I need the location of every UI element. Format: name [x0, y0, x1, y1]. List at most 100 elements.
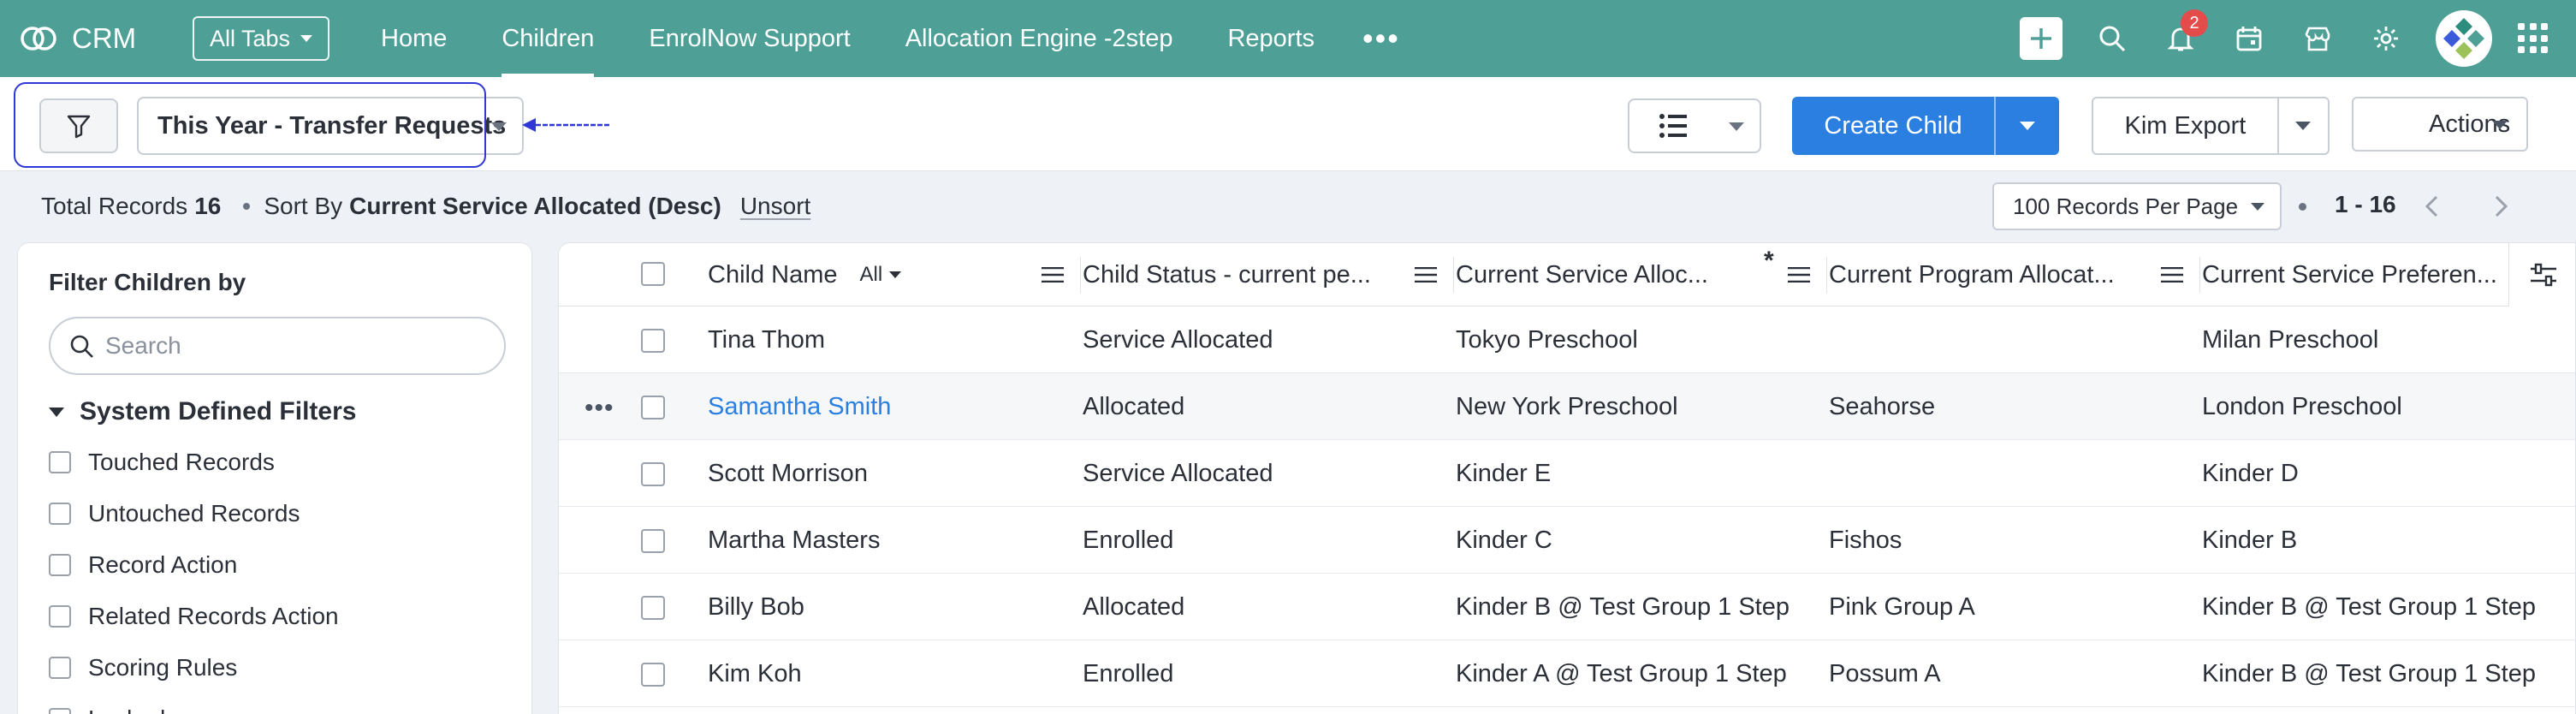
cell-child-status: Enrolled [1083, 659, 1174, 687]
marketplace-button[interactable] [2299, 20, 2336, 57]
tab-allocation-engine[interactable]: Allocation Engine -2step [878, 0, 1201, 77]
cell-current-service-preference: Milan Preschool [2202, 325, 2379, 354]
filter-checkbox[interactable] [49, 605, 71, 628]
row-more-options-icon[interactable]: ••• [585, 394, 614, 423]
annotation-highlight-box [14, 82, 486, 168]
crm-logo[interactable]: CRM [17, 21, 167, 56]
filter-checkbox[interactable] [49, 451, 71, 473]
kim-export-button[interactable]: Kim Export [2093, 98, 2277, 153]
column-menu-icon[interactable] [1042, 267, 1064, 283]
more-tabs-icon[interactable]: ••• [1362, 21, 1400, 57]
filter-item-label: Scoring Rules [88, 654, 238, 681]
table-row[interactable]: ••• Samantha Smith Allocated New York Pr… [559, 373, 2575, 440]
filter-checkbox[interactable] [49, 554, 71, 576]
records-per-page-label: 100 Records Per Page [2013, 193, 2239, 219]
next-page-icon[interactable] [2490, 193, 2511, 219]
row-checkbox[interactable] [641, 596, 665, 620]
list-view-toggle[interactable] [1628, 98, 1761, 153]
filter-item[interactable]: Record Action [49, 551, 237, 579]
create-options-dropdown[interactable] [1994, 97, 2059, 155]
records-per-page-select[interactable]: 100 Records Per Page [1992, 182, 2282, 230]
tab-enrolnow-support[interactable]: EnrolNow Support [621, 0, 877, 77]
caret-down-icon [300, 35, 313, 42]
caret-down-icon [2251, 203, 2264, 211]
column-menu-icon[interactable] [1788, 267, 1810, 283]
user-avatar[interactable] [2436, 10, 2492, 67]
cell-current-service-preference: Kinder D [2202, 459, 2299, 487]
cell-child-name[interactable]: Tina Thom [708, 306, 825, 373]
column-header-child-name[interactable]: Child Name All [708, 243, 1081, 306]
cell-current-service-preference: London Preschool [2202, 392, 2402, 420]
create-child-button[interactable]: Create Child [1792, 97, 1994, 155]
filter-item[interactable]: Related Records Action [49, 603, 339, 630]
column-header-child-status[interactable]: Child Status - current pe... [1081, 243, 1454, 306]
filter-panel: Filter Children by Search System Defined… [17, 242, 532, 714]
export-options-dropdown[interactable] [2276, 98, 2328, 153]
cell-current-service-allocated: Tokyo Preschool [1456, 325, 1638, 354]
column-menu-icon[interactable] [1415, 267, 1437, 283]
table-row[interactable]: Billy Bob Allocated Kinder B @ Test Grou… [559, 574, 2575, 640]
filter-item[interactable]: Untouched Records [49, 500, 300, 527]
unsort-link[interactable]: Unsort [740, 193, 810, 220]
caret-down-icon [1729, 122, 1744, 131]
records-table: Child Name All Child Status - current pe… [558, 242, 2576, 714]
sort-by-label: Sort By [264, 193, 343, 219]
previous-page-icon[interactable] [2422, 193, 2442, 219]
column-menu-icon[interactable] [2161, 267, 2183, 283]
system-defined-filters-header[interactable]: System Defined Filters [49, 397, 356, 426]
nav-right-tools: 2 [2020, 0, 2576, 77]
quick-create-button[interactable] [2020, 17, 2063, 60]
table-header: Child Name All Child Status - current pe… [559, 243, 2575, 306]
table-row[interactable]: Kim Koh Enrolled Kinder A @ Test Group 1… [559, 640, 2575, 707]
filter-item[interactable]: Scoring Rules [49, 654, 237, 681]
caret-down-icon [491, 122, 507, 131]
cell-child-status: Service Allocated [1083, 325, 1273, 354]
all-tabs-dropdown[interactable]: All Tabs [193, 16, 329, 61]
filter-checkbox[interactable] [49, 708, 71, 714]
filter-checkbox[interactable] [49, 503, 71, 525]
notifications-button[interactable]: 2 [2162, 9, 2208, 57]
cell-child-name[interactable]: Martha Masters [708, 507, 880, 574]
row-checkbox[interactable] [641, 329, 665, 353]
actions-dropdown[interactable]: Actions [2352, 97, 2528, 152]
apps-grid-icon[interactable] [2518, 23, 2549, 54]
cell-child-name[interactable]: Scott Morrison [708, 440, 868, 507]
settings-button[interactable] [2367, 20, 2405, 57]
tab-reports[interactable]: Reports [1200, 0, 1342, 77]
filter-item-label: Related Records Action [88, 603, 339, 629]
row-checkbox[interactable] [641, 529, 665, 553]
tab-children[interactable]: Children [474, 0, 621, 77]
filter-checkbox[interactable] [49, 657, 71, 679]
cell-child-name[interactable]: Kim Koh [708, 640, 802, 707]
column-header-current-service-preference[interactable]: Current Service Preferen... [2200, 243, 2508, 306]
search-button[interactable] [2093, 20, 2131, 57]
cell-child-name[interactable]: Samantha Smith [708, 373, 891, 440]
records-summary: Total Records 16 Sort By Current Service… [41, 193, 810, 220]
row-checkbox[interactable] [641, 396, 665, 419]
column-settings-button[interactable] [2508, 243, 2575, 306]
cell-current-program-allocated: Possum A [1829, 659, 1941, 687]
name-filter-label: All [859, 263, 883, 286]
row-checkbox[interactable] [641, 663, 665, 687]
filter-item[interactable]: Locked [49, 705, 165, 714]
filter-item[interactable]: Touched Records [49, 449, 275, 476]
cell-child-name[interactable]: Billy Bob [708, 574, 804, 640]
filter-item-label: Untouched Records [88, 500, 300, 527]
table-row[interactable]: Tina Thom Service Allocated Tokyo Presch… [559, 306, 2575, 373]
column-header-label: Current Service Preferen... [2202, 260, 2497, 289]
table-row[interactable]: Scott Morrison Service Allocated Kinder … [559, 440, 2575, 507]
cell-current-service-preference: Kinder B [2202, 526, 2298, 554]
row-checkbox[interactable] [641, 462, 665, 486]
name-filter-dropdown[interactable]: All [860, 263, 902, 287]
calendar-button[interactable] [2230, 20, 2268, 57]
filter-search-input[interactable]: Search [49, 317, 506, 375]
column-header-current-program-allocated[interactable]: Current Program Allocat... [1827, 243, 2200, 306]
column-header-current-service-allocated[interactable]: Current Service Alloc... * [1454, 243, 1827, 306]
select-all-checkbox[interactable] [641, 262, 665, 286]
cell-child-status: Allocated [1083, 592, 1185, 621]
table-row[interactable]: Martha Masters Enrolled Kinder C Fishos … [559, 507, 2575, 574]
tab-home[interactable]: Home [353, 0, 474, 77]
total-records-label: Total Records [41, 193, 188, 219]
notification-badge: 2 [2181, 9, 2208, 37]
column-header-label: Child Name [708, 260, 838, 289]
